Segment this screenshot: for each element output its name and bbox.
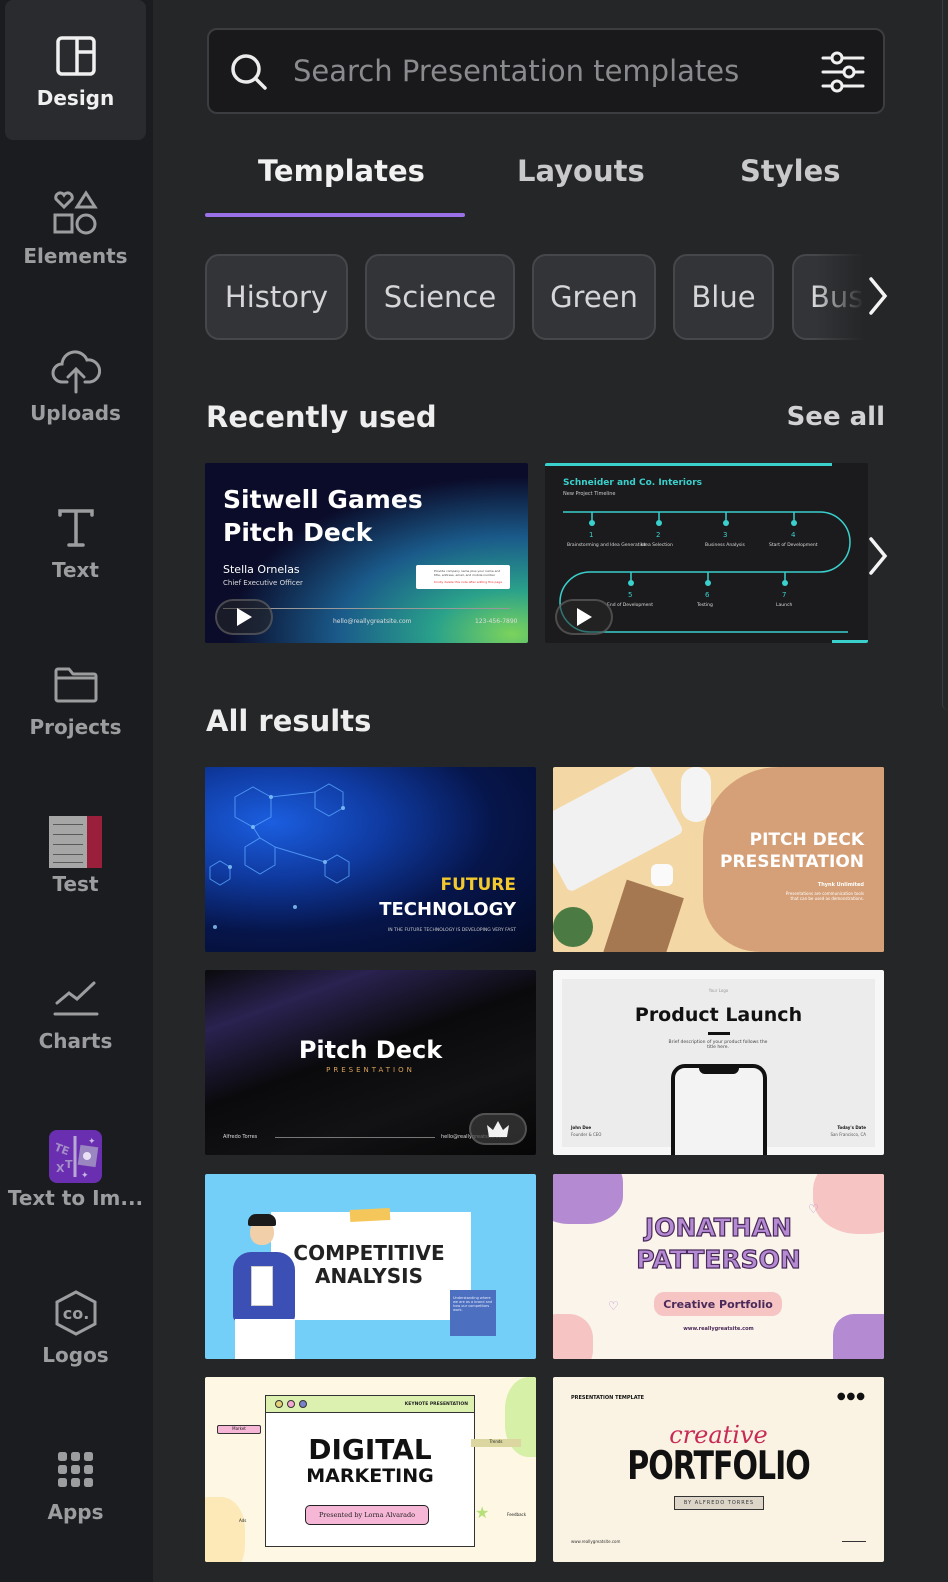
sidebar-item-label: Test [52,872,99,896]
tab-layouts[interactable]: Layouts [517,154,645,188]
svg-text:T: T [65,1158,73,1171]
recently-used-heading: Recently used [206,400,437,434]
chip-blue[interactable]: Blue [673,254,774,340]
search-icon [227,50,271,98]
cloud-upload-icon [48,345,104,397]
search-box [207,28,885,114]
slide-text: hello@reallygreatsite.com [333,618,412,625]
slide-note: Provide company name plus your name and … [416,565,510,589]
folder-icon [48,659,104,711]
template-creative-portfolio[interactable]: PRESENTATION TEMPLATE ●●● creative PORTF… [553,1377,884,1562]
slide-title: Sitwell Games Pitch Deck [223,485,423,547]
sidebar-item-elements[interactable]: Elements [5,158,146,298]
chevron-right-icon[interactable] [865,275,891,321]
play-icon [237,608,252,626]
text-to-image-icon: TE X T ✦ ✦ [48,1129,104,1183]
active-tab-indicator [205,213,465,217]
svg-text:co.: co. [62,1304,89,1323]
sidebar-item-label: Design [36,86,115,110]
sidebar-item-label: Projects [29,715,122,739]
layout-icon [48,30,104,82]
tab-styles[interactable]: Styles [740,154,841,188]
sidebar-item-design[interactable]: Design [5,0,146,140]
svg-text:✦: ✦ [81,1171,89,1181]
sidebar-item-projects[interactable]: Projects [5,629,146,769]
sidebar-item-charts[interactable]: Charts [5,943,146,1083]
templates-panel: Templates Layouts Styles History Science… [153,0,948,1582]
recent-template-sitwell[interactable]: Sitwell Games Pitch Deck Stella Ornelas C… [205,463,528,643]
premium-badge [469,1113,527,1145]
play-icon [577,608,592,626]
play-button[interactable] [215,599,273,635]
sidebar-item-text[interactable]: Text [5,472,146,612]
sidebar-item-apps[interactable]: Apps [5,1414,146,1554]
template-jonathan-patterson[interactable]: JONATHAN PATTERSON Creative Portfolio www… [553,1174,884,1359]
test-app-thumbnail [48,816,104,868]
line-chart-icon [48,973,104,1025]
svg-text:X: X [56,1162,65,1175]
slide-text: Chief Executive Officer [223,579,303,587]
template-digital-marketing[interactable]: KEYNOTE PRESENTATION DIGITAL MARKETING P… [205,1377,536,1562]
see-all-link[interactable]: See all [787,402,885,432]
sidebar-item-uploads[interactable]: Uploads [5,315,146,455]
sidebar-item-label: Charts [38,1029,113,1053]
sidebar-item-label: Text to Im... [7,1186,144,1210]
play-button[interactable] [555,599,613,635]
scrollbar[interactable] [942,0,948,710]
slide-text: 123-456-7890 [475,618,518,625]
template-competitive-analysis[interactable]: Understanding where we are as a brand an… [205,1174,536,1359]
all-results-heading: All results [206,704,372,738]
slide-text: Stella Ornelas [223,563,300,576]
svg-text:✦: ✦ [88,1137,96,1147]
chevron-right-icon[interactable] [865,535,891,581]
template-future-technology[interactable]: FUTURE TECHNOLOGY IN THE FUTURE TECHNOLO… [205,767,536,952]
search-input[interactable] [293,48,793,94]
tab-bar: Templates Layouts Styles [205,140,895,220]
sidebar-item-label: Uploads [30,401,121,425]
crown-icon [487,1121,509,1137]
template-product-launch[interactable]: Your Logo Product Launch Brief descripti… [553,970,884,1155]
sidebar-item-label: Apps [47,1500,104,1524]
sidebar: Design Elements Uploads Text Projects Te… [0,0,153,1582]
chip-history[interactable]: History [205,254,348,340]
template-pitch-deck-presentation[interactable]: PITCH DECK PRESENTATION Thynk Unlimited P… [553,767,884,952]
sidebar-item-label: Logos [42,1343,109,1367]
logo-hexagon-icon: co. [48,1287,104,1339]
apps-grid-icon [48,1444,104,1496]
recent-template-schneider[interactable]: Schneider and Co. Interiors New Project … [545,463,868,643]
chip-green[interactable]: Green [532,254,656,340]
template-pitch-deck-dark[interactable]: Pitch Deck PRESENTATION Alfredo Torres h… [205,970,536,1155]
tab-templates[interactable]: Templates [258,154,425,188]
text-icon [48,502,104,554]
sidebar-item-label: Text [51,558,99,582]
sidebar-item-text-to-image[interactable]: TE X T ✦ ✦ Text to Im... [5,1100,146,1240]
category-chips: History Science Green Blue Busi [205,254,885,342]
shapes-icon [48,188,104,240]
sidebar-item-logos[interactable]: co. Logos [5,1257,146,1397]
chip-science[interactable]: Science [365,254,515,340]
filter-sliders-icon[interactable] [821,50,865,98]
sidebar-item-test[interactable]: Test [5,786,146,926]
sidebar-item-label: Elements [23,244,128,268]
